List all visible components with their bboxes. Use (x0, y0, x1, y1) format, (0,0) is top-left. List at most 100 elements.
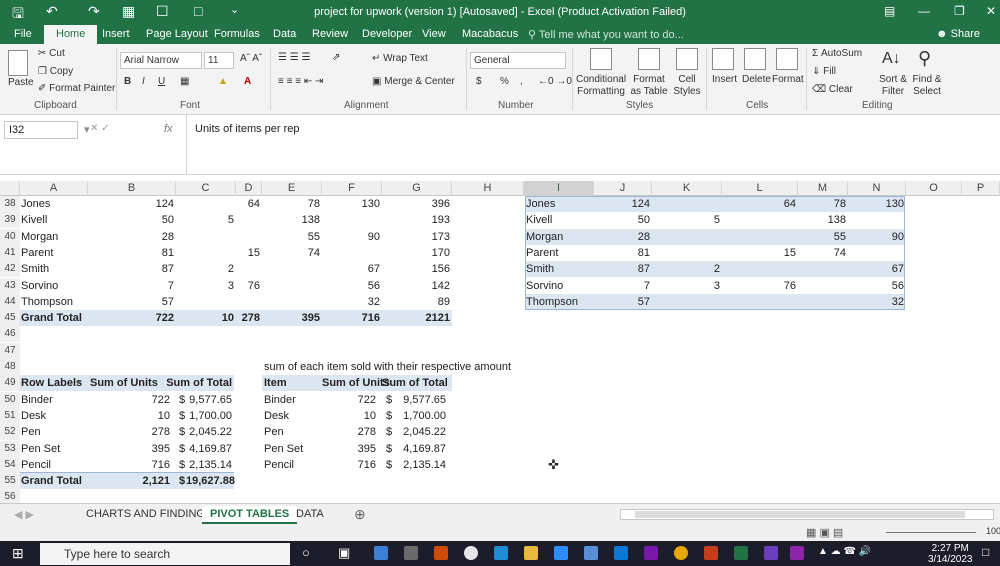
font-size-select[interactable]: 11 (204, 52, 234, 69)
summary-units[interactable]: 395 (322, 441, 376, 457)
summary-amount[interactable]: 1,700.00 (396, 408, 446, 424)
row-header[interactable]: 42 (0, 261, 20, 278)
table-cell[interactable]: 142 (382, 278, 450, 294)
onenote-icon[interactable] (644, 546, 658, 560)
comma-button[interactable]: , (520, 76, 523, 87)
table-cell[interactable] (262, 294, 320, 310)
row-header[interactable]: 40 (0, 228, 20, 245)
table-cell[interactable] (176, 294, 234, 310)
row-header[interactable]: 51 (0, 407, 20, 424)
table-cell[interactable]: 395 (262, 310, 320, 326)
pivot-total-label[interactable]: Grand Total (21, 473, 85, 489)
file-explorer-icon[interactable] (524, 546, 538, 560)
summary-amount[interactable]: 4,169.87 (396, 441, 446, 457)
table-cell[interactable] (236, 261, 260, 277)
font-color-icon[interactable]: A (244, 76, 251, 87)
tab-view[interactable]: View (422, 28, 446, 40)
summary-item[interactable]: Pencil (264, 457, 320, 473)
row-header[interactable]: 39 (0, 212, 20, 229)
table-cell[interactable]: 15 (236, 245, 260, 261)
table-cell[interactable] (322, 212, 380, 228)
table-cell[interactable]: 10 (176, 310, 234, 326)
calculator-icon[interactable] (404, 546, 418, 560)
new-sheet-icon[interactable]: ⊕ (354, 506, 366, 523)
table-cell[interactable] (322, 245, 380, 261)
app-icon[interactable] (790, 546, 804, 560)
notepad-icon[interactable] (584, 546, 598, 560)
format-painter-button[interactable]: ✐ Format Painter (38, 83, 115, 94)
currency-button[interactable]: $ (476, 76, 482, 87)
col-c[interactable]: C (176, 181, 236, 196)
col-g[interactable]: G (382, 181, 452, 196)
col-b[interactable]: B (88, 181, 176, 196)
row-header[interactable]: 53 (0, 440, 20, 457)
table-cell[interactable]: 90 (322, 229, 380, 245)
tab-formulas[interactable]: Formulas (214, 28, 260, 40)
cut-button[interactable]: ✂ Cut (38, 48, 65, 59)
row-label[interactable]: Grand Total (21, 310, 85, 326)
table-cell[interactable]: 396 (382, 196, 450, 212)
number-format-select[interactable]: General (470, 52, 566, 69)
bold-button[interactable]: B (124, 76, 131, 87)
pivot-header-units[interactable]: Sum of Units (90, 375, 158, 391)
table-cell[interactable] (176, 196, 234, 212)
summary-currency[interactable]: $ (386, 392, 396, 408)
table-cell[interactable]: 67 (322, 261, 380, 277)
minimize-icon[interactable]: — (918, 4, 930, 18)
fx-label[interactable]: fx (164, 123, 173, 135)
percent-button[interactable]: % (500, 76, 509, 87)
orientation-icon[interactable]: ⇗ (332, 52, 340, 63)
table-cell[interactable] (236, 212, 260, 228)
powerpoint-icon[interactable] (704, 546, 718, 560)
zoom-slider[interactable] (886, 532, 976, 533)
row-header[interactable]: 50 (0, 391, 20, 408)
row-label[interactable]: Sorvino (21, 278, 85, 294)
task-view-icon[interactable]: ▣ (338, 545, 350, 561)
summary-currency[interactable]: $ (386, 424, 396, 440)
table-cell[interactable]: 50 (88, 212, 174, 228)
decimal-icon[interactable]: ←0 →0 (538, 76, 572, 87)
table-cell[interactable]: 2 (176, 261, 234, 277)
table-cell[interactable]: 28 (88, 229, 174, 245)
paste-icon[interactable] (8, 50, 28, 76)
border-icon[interactable]: ▦ (180, 76, 189, 87)
col-l[interactable]: L (722, 181, 798, 196)
italic-button[interactable]: I (142, 76, 145, 87)
autosum-button[interactable]: Σ AutoSum (812, 48, 862, 59)
col-n[interactable]: N (848, 181, 906, 196)
row-header[interactable]: 44 (0, 293, 20, 310)
col-a[interactable]: A (20, 181, 88, 196)
find-icon[interactable]: ⚲ (918, 48, 931, 69)
col-m[interactable]: M (798, 181, 848, 196)
insert-cells-button[interactable]: Insert (712, 74, 737, 85)
table-cell[interactable]: 81 (88, 245, 174, 261)
scrollbar-thumb[interactable] (635, 511, 965, 518)
row-header[interactable]: 49 (0, 375, 20, 392)
tab-macabacus[interactable]: Macabacus (462, 28, 518, 40)
formula-input[interactable]: Units of items per rep (186, 115, 1000, 174)
share-button[interactable]: ☻ Share (936, 28, 980, 40)
ribbon-display-icon[interactable]: ▤ (884, 4, 895, 18)
worksheet-grid[interactable]: A B C D E F G H I J K L M N O P 38 39 40 41… (0, 181, 1000, 506)
pivot-total-amount[interactable]: 19,627.88 (186, 473, 235, 489)
cortana-icon[interactable]: ○ (302, 545, 310, 560)
col-k[interactable]: K (652, 181, 722, 196)
row-header[interactable]: 43 (0, 277, 20, 294)
merge-center-button[interactable]: ▣ Merge & Center (372, 76, 455, 87)
tab-developer[interactable]: Developer (362, 28, 412, 40)
table-cell[interactable]: 722 (88, 310, 174, 326)
edge-icon[interactable] (494, 546, 508, 560)
row-label[interactable]: Smith (21, 261, 85, 277)
table-cell[interactable]: 3 (176, 278, 234, 294)
summary-units[interactable]: 716 (322, 457, 376, 473)
table-cell[interactable]: 278 (236, 310, 260, 326)
col-e[interactable]: E (262, 181, 322, 196)
table-cell[interactable]: 89 (382, 294, 450, 310)
browser-icon[interactable] (464, 546, 478, 560)
cancel-icon[interactable]: ✕ ✓ (90, 123, 110, 134)
zoom-app-icon[interactable] (554, 546, 568, 560)
col-j[interactable]: J (594, 181, 652, 196)
delete-cells-button[interactable]: Delete (742, 74, 771, 85)
table-cell[interactable]: 74 (262, 245, 320, 261)
system-tray-icons[interactable]: ▲ ☁ ☎ 🔊 (818, 546, 871, 557)
